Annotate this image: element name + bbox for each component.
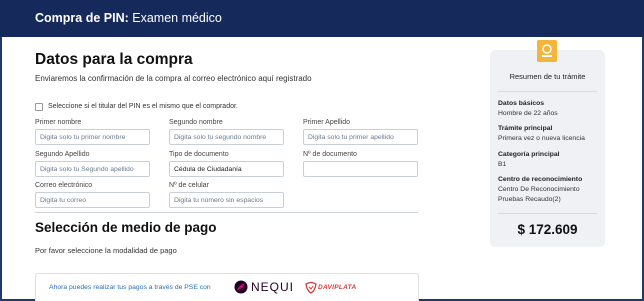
badge-icon [537, 40, 557, 62]
first-name-label: Primer nombre [35, 119, 82, 126]
purchase-subtitle: Enviaremos la confirmación de la compra … [35, 74, 312, 83]
page-title-rest: Examen médico [128, 11, 222, 25]
page-title-bold: Compra de PIN: [35, 11, 129, 25]
doc-number-label: Nº de documento [303, 151, 357, 158]
category-label: Categoría principal [498, 151, 560, 158]
summary-card: Resumen de tu trámite Datos básicos Homb… [490, 40, 605, 247]
procedure-value: Primera vez o nueva licencia [498, 135, 585, 142]
same-holder-checkbox[interactable] [35, 103, 43, 111]
section-divider [35, 212, 418, 213]
basic-data-value: Hombre de 22 años [498, 110, 558, 117]
first-name-input[interactable]: Digita solo tu primer nombre [35, 129, 150, 145]
second-name-label: Segundo nombre [169, 119, 223, 126]
daviplata-logo-text: DAVIPLATA [318, 284, 357, 291]
category-value: B1 [498, 161, 507, 168]
daviplata-logo-icon [305, 281, 317, 294]
second-surname-input[interactable]: Digita solo tu Segundo apellido [35, 161, 150, 177]
procedure-label: Trámite principal [498, 125, 553, 132]
purchase-section-title: Datos para la compra [35, 51, 193, 68]
email-label: Correo electrónico [35, 182, 93, 189]
summary-separator [498, 91, 597, 92]
first-surname-input[interactable]: Digita solo tu primer apellido [303, 129, 418, 145]
second-surname-label: Segundo Apellido [35, 151, 90, 158]
summary-separator [498, 213, 597, 214]
page-header: Compra de PIN: Examen médico [0, 0, 644, 37]
basic-data-label: Datos básicos [498, 100, 545, 107]
center-value-line2: Pruebas Recaudo(2) [498, 196, 561, 203]
doc-type-select[interactable]: Cédula de Ciudadanía [169, 161, 284, 177]
first-surname-label: Primer Apellido [303, 119, 351, 126]
total-price: $ 172.609 [517, 222, 578, 237]
email-input[interactable]: Digita tu correo [35, 192, 150, 208]
center-label: Centro de reconocimiento [498, 176, 583, 183]
doc-number-input[interactable] [303, 161, 418, 177]
nequi-logo-text: NEQUI [251, 280, 295, 294]
phone-input[interactable]: Digita tu número sin espacios [169, 192, 284, 208]
payment-section-title: Selección de medio de pago [35, 220, 217, 235]
payment-subtitle: Por favor seleccione la modalidad de pag… [35, 246, 177, 255]
page-title: Compra de PIN: Examen médico [35, 11, 222, 25]
pse-text: Ahora puedes realizar tus pagos a través… [49, 284, 211, 291]
second-name-input[interactable]: Digita solo tu segundo nombre [169, 129, 284, 145]
center-value-line1: Centro De Reconocimiento [498, 186, 580, 193]
same-holder-label: Seleccione si el titular del PIN es el m… [48, 103, 238, 110]
summary-title: Resumen de tu trámite [509, 72, 586, 81]
phone-label: Nº de celular [169, 182, 209, 189]
pse-payment-option[interactable]: Ahora puedes realizar tus pagos a través… [35, 273, 419, 301]
doc-type-label: Tipo de documento [169, 151, 229, 158]
nequi-logo-icon [234, 280, 248, 294]
